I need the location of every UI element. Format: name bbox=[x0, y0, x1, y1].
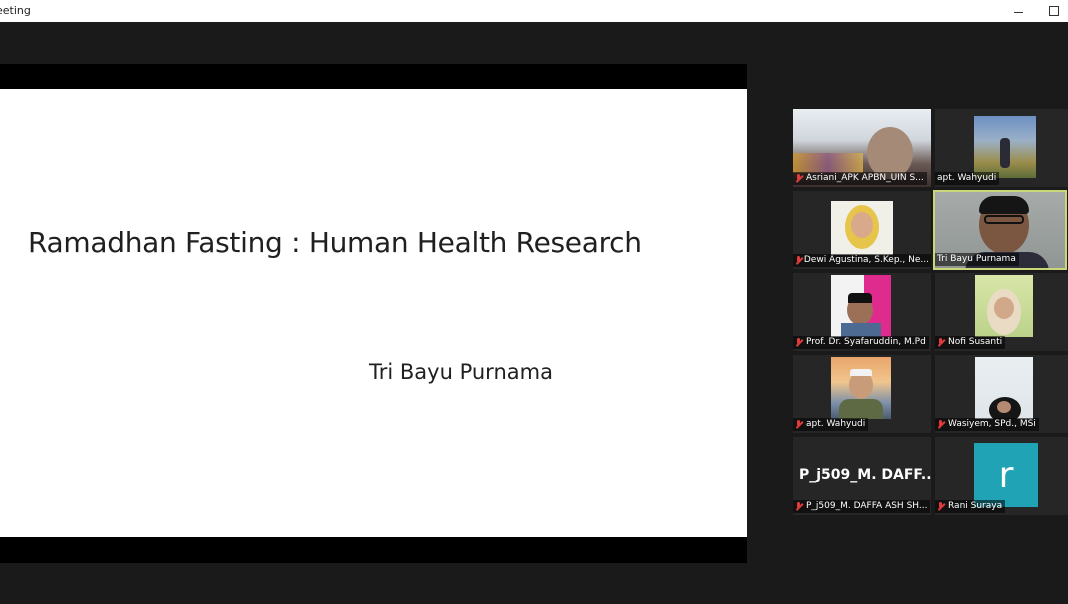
participant-name: P_j509_M. DAFFA ASH SH... bbox=[793, 500, 931, 513]
mic-muted-icon bbox=[795, 256, 801, 265]
participant-name-text: Prof. Dr. Syafaruddin, M.Pd bbox=[806, 337, 926, 347]
background-crowd bbox=[793, 153, 863, 173]
slide-title: Ramadhan Fasting : Human Health Research bbox=[28, 226, 642, 259]
participant-tile[interactable]: r Rani Suraya bbox=[935, 437, 1068, 515]
participant-tile[interactable]: Prof. Dr. Syafaruddin, M.Pd bbox=[793, 273, 931, 351]
participant-tile[interactable]: Wasiyem, SPd., MSi bbox=[935, 355, 1068, 433]
participant-name-text: P_j509_M. DAFFA ASH SH... bbox=[806, 501, 928, 511]
participant-name: apt. Wahyudi bbox=[793, 418, 869, 431]
participant-name-text: apt. Wahyudi bbox=[937, 173, 997, 183]
window-title: eeting bbox=[0, 4, 31, 17]
participant-face bbox=[851, 212, 873, 238]
participant-name: Rani Suraya bbox=[935, 500, 1006, 513]
participant-name: Tri Bayu Purnama bbox=[935, 253, 1019, 266]
participant-figure bbox=[1000, 138, 1010, 168]
minimize-icon bbox=[1013, 11, 1023, 13]
participant-name: Wasiyem, SPd., MSi bbox=[935, 418, 1039, 431]
minimize-button[interactable] bbox=[1000, 0, 1036, 22]
participant-tile[interactable]: Dewi Agustina, S.Kep., Ne... bbox=[793, 191, 931, 269]
participant-tile[interactable]: Asriani_APK APBN_UIN S... bbox=[793, 109, 931, 187]
participant-tile-active[interactable]: Tri Bayu Purnama bbox=[933, 190, 1067, 270]
participant-tile[interactable]: apt. Wahyudi bbox=[793, 355, 931, 433]
participant-video bbox=[831, 357, 891, 419]
mic-muted-icon bbox=[795, 502, 803, 511]
slide-author: Tri Bayu Purnama bbox=[369, 360, 553, 384]
participant-video bbox=[974, 116, 1036, 178]
participant-name-text: Asriani_APK APBN_UIN S... bbox=[806, 173, 924, 183]
maximize-icon bbox=[1049, 6, 1059, 16]
mic-muted-icon bbox=[937, 502, 945, 511]
title-bar: eeting bbox=[0, 0, 1068, 22]
participant-name: Dewi Agustina, S.Kep., Ne... bbox=[793, 254, 931, 267]
participant-name: apt. Wahyudi bbox=[935, 172, 1000, 185]
shared-slide: Ramadhan Fasting : Human Health Research… bbox=[0, 89, 747, 537]
participant-name: Prof. Dr. Syafaruddin, M.Pd bbox=[793, 336, 929, 349]
participant-shirt bbox=[841, 323, 881, 337]
mic-muted-icon bbox=[937, 338, 945, 347]
participant-face bbox=[994, 297, 1014, 319]
participant-video bbox=[831, 275, 891, 337]
participant-tile[interactable]: P_j509_M. DAFF... P_j509_M. DAFFA ASH SH… bbox=[793, 437, 931, 515]
mic-muted-icon bbox=[937, 420, 945, 429]
avatar: r bbox=[974, 443, 1038, 507]
participant-name-text: Dewi Agustina, S.Kep., Ne... bbox=[803, 255, 929, 265]
participant-name: Nofi Susanti bbox=[935, 336, 1006, 349]
participant-name: Asriani_APK APBN_UIN S... bbox=[793, 172, 927, 185]
glasses-icon bbox=[984, 215, 1024, 224]
participant-face bbox=[997, 401, 1011, 413]
participant-tile[interactable]: apt. Wahyudi bbox=[935, 109, 1068, 187]
maximize-button[interactable] bbox=[1036, 0, 1068, 22]
participant-name-text: Wasiyem, SPd., MSi bbox=[948, 419, 1036, 429]
peci-cap bbox=[848, 293, 872, 303]
participant-video bbox=[975, 357, 1033, 419]
participant-tile[interactable]: Nofi Susanti bbox=[935, 273, 1068, 351]
participant-shirt bbox=[839, 399, 883, 419]
mic-muted-icon bbox=[795, 174, 803, 183]
participant-video bbox=[831, 201, 893, 255]
mic-muted-icon bbox=[795, 338, 803, 347]
participant-name-text: apt. Wahyudi bbox=[806, 419, 866, 429]
mic-muted-icon bbox=[795, 420, 803, 429]
participant-name-text: Rani Suraya bbox=[948, 501, 1003, 511]
participant-name-text: Tri Bayu Purnama bbox=[937, 254, 1016, 264]
peci-cap bbox=[850, 369, 872, 376]
participant-display-name: P_j509_M. DAFF... bbox=[799, 467, 931, 483]
participant-name-text: Nofi Susanti bbox=[948, 337, 1003, 347]
participant-video bbox=[975, 275, 1033, 337]
participant-hair bbox=[979, 196, 1029, 214]
